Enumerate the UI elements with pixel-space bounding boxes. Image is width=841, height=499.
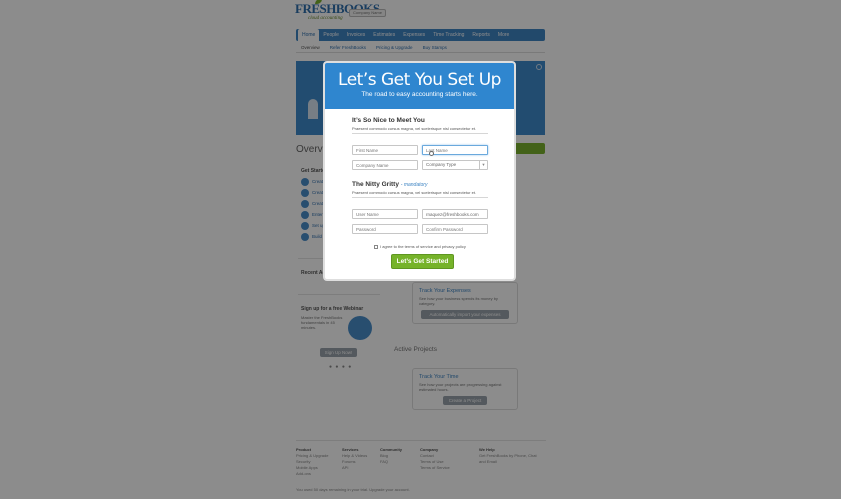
company-type-label: Company Type (426, 162, 457, 167)
username-field[interactable] (352, 209, 418, 219)
password-field[interactable] (352, 224, 418, 234)
section-nitty-gritty-title: The Nitty Gritty (352, 181, 399, 188)
section-divider (352, 197, 488, 198)
first-name-field[interactable] (352, 145, 418, 155)
section-meet-heading: It’s So Nice to Meet You (352, 117, 425, 124)
modal-subtitle: The road to easy accounting starts here. (361, 91, 478, 98)
company-type-select[interactable]: Company Type ▼ (422, 160, 488, 170)
section-divider (352, 133, 488, 134)
terms-label: I agree to the terms of service and priv… (380, 244, 466, 249)
chevron-down-icon: ▼ (479, 161, 487, 169)
setup-modal: Let’s Get You Set Up The road to easy ac… (323, 61, 516, 281)
mouse-cursor-icon (429, 151, 434, 156)
get-started-button[interactable]: Let’s Get Started (391, 254, 454, 269)
mandatory-label: - mandatory (400, 182, 428, 188)
confirm-password-field[interactable] (422, 224, 488, 234)
email-field[interactable] (422, 209, 488, 219)
section-nitty-gritty-description: Praesent commodo cursus magna, vel scele… (352, 190, 477, 195)
terms-checkbox[interactable] (374, 244, 378, 249)
modal-header: Let’s Get You Set Up The road to easy ac… (325, 63, 514, 109)
modal-title: Let’s Get You Set Up (338, 70, 501, 90)
section-meet-description: Praesent commodo cursus magna, vel scele… (352, 126, 477, 131)
company-name-field[interactable] (352, 160, 418, 170)
terms-row: I agree to the terms of service and priv… (374, 244, 466, 249)
section-nitty-gritty-heading: The Nitty Gritty - mandatory (352, 181, 427, 188)
